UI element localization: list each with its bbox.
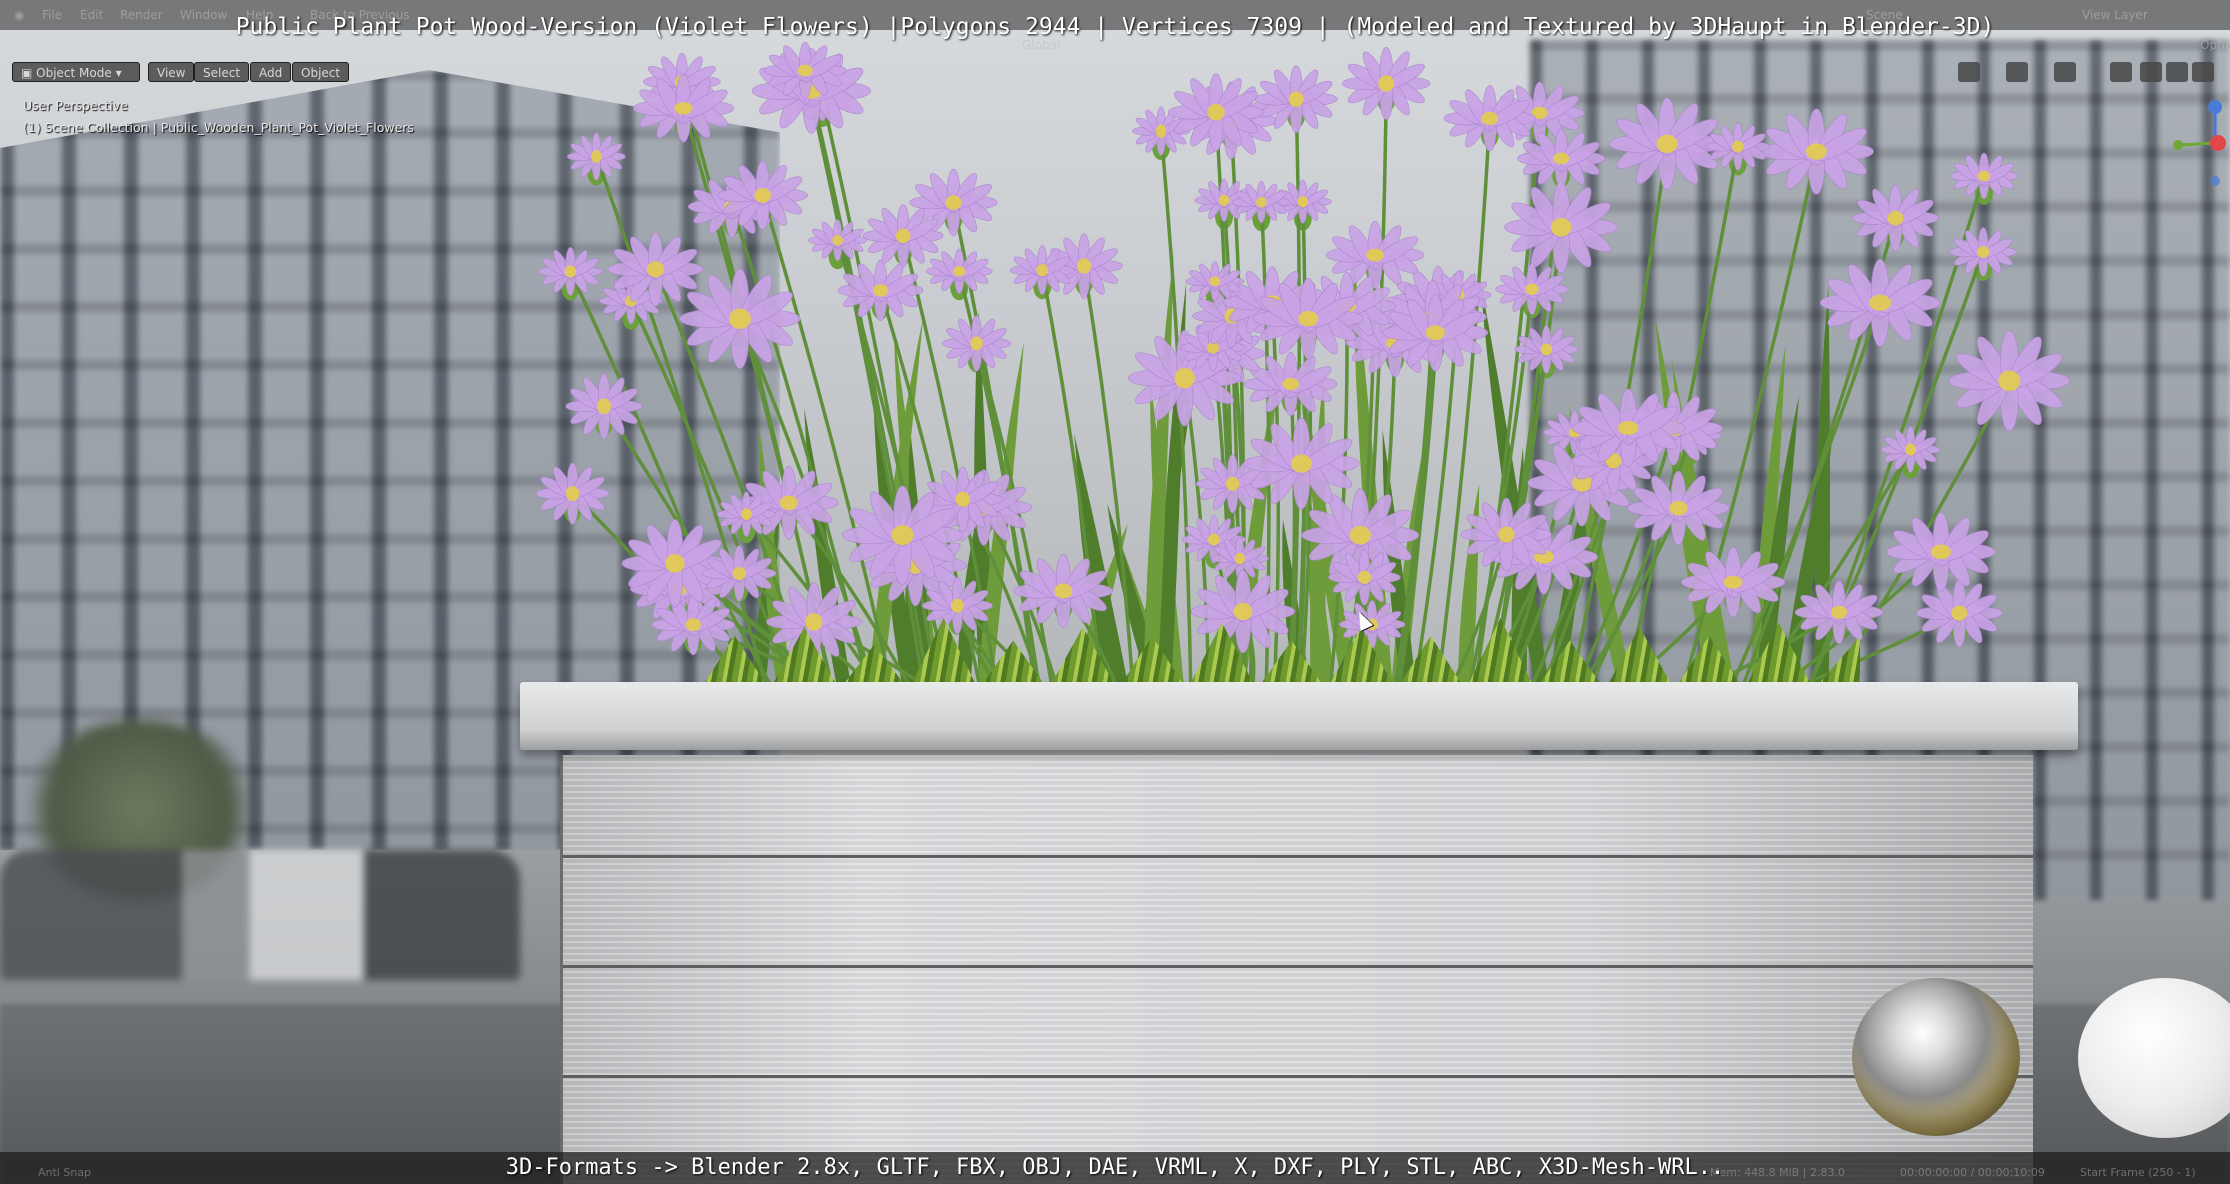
flower-head [1819,258,1941,347]
viewport-perspective-label: User Perspective [23,98,128,113]
flower-head [1886,512,1996,592]
visibility-icon[interactable] [1958,62,1980,82]
flower-head [942,315,1012,372]
object-menu[interactable]: Object [292,62,350,82]
flower-head [925,248,993,294]
gizmo-neg-z-axis[interactable] [2210,176,2220,186]
chevron-down-icon: ▾ [111,66,122,80]
flower-head [1325,221,1425,289]
viewport-collection-label: (1) Scene Collection | Public_Wooden_Pla… [23,120,414,135]
flower-head [1517,128,1606,189]
flower-head [1232,181,1291,224]
flower-head [1608,97,1726,191]
material-shading-icon[interactable] [2192,62,2214,82]
planter-rim [520,682,2078,750]
flower-head [1949,152,2019,200]
formats-overlay: 3D-Formats -> Blender 2.8x, GLTF, FBX, O… [505,1155,1725,1180]
flower-head [566,132,626,181]
planter-box [560,755,2033,1184]
flower-head [535,462,610,525]
flower-head [1627,470,1730,546]
xray-toggle-icon[interactable] [2110,62,2132,82]
flower-head [1504,181,1618,274]
flower-head [565,373,643,440]
gizmo-y-axis[interactable] [2173,140,2183,150]
object-mode-dropdown[interactable]: ▣ Object Mode ▾ [12,62,140,82]
chrome-preview-sphere [1852,978,2020,1136]
flower-head [1949,227,2017,277]
add-menu[interactable]: Add [250,62,292,82]
flower-head [1758,108,1874,195]
flower-head [1948,330,2071,432]
object-mode-icon: ▣ [21,66,37,80]
flower-head [1851,184,1939,252]
flower-head [1342,46,1431,120]
gizmo-x-axis[interactable] [2210,135,2226,151]
model-title-overlay: Public Plant Pot Wood-Version (Violet Fl… [235,14,1995,40]
object-mode-label: Object Mode [36,66,112,80]
wireframe-shading-icon[interactable] [2140,62,2162,82]
flower-head [538,247,603,296]
flower-head [1916,578,2003,648]
flower-head [679,268,801,370]
3d-viewport[interactable] [0,0,2230,1184]
view-menu[interactable]: View [148,62,195,82]
overlay-toggle-icon[interactable] [2054,62,2076,82]
solid-shading-icon[interactable] [2166,62,2188,82]
transform-orientation-dropdown[interactable]: Global [1022,38,1060,52]
gizmo-z-axis[interactable] [2208,100,2222,114]
options-button[interactable]: Optio [2200,38,2230,52]
select-menu[interactable]: Select [194,62,250,82]
navigation-gizmo[interactable] [2160,95,2230,195]
gizmo-toggle-icon[interactable] [2006,62,2028,82]
